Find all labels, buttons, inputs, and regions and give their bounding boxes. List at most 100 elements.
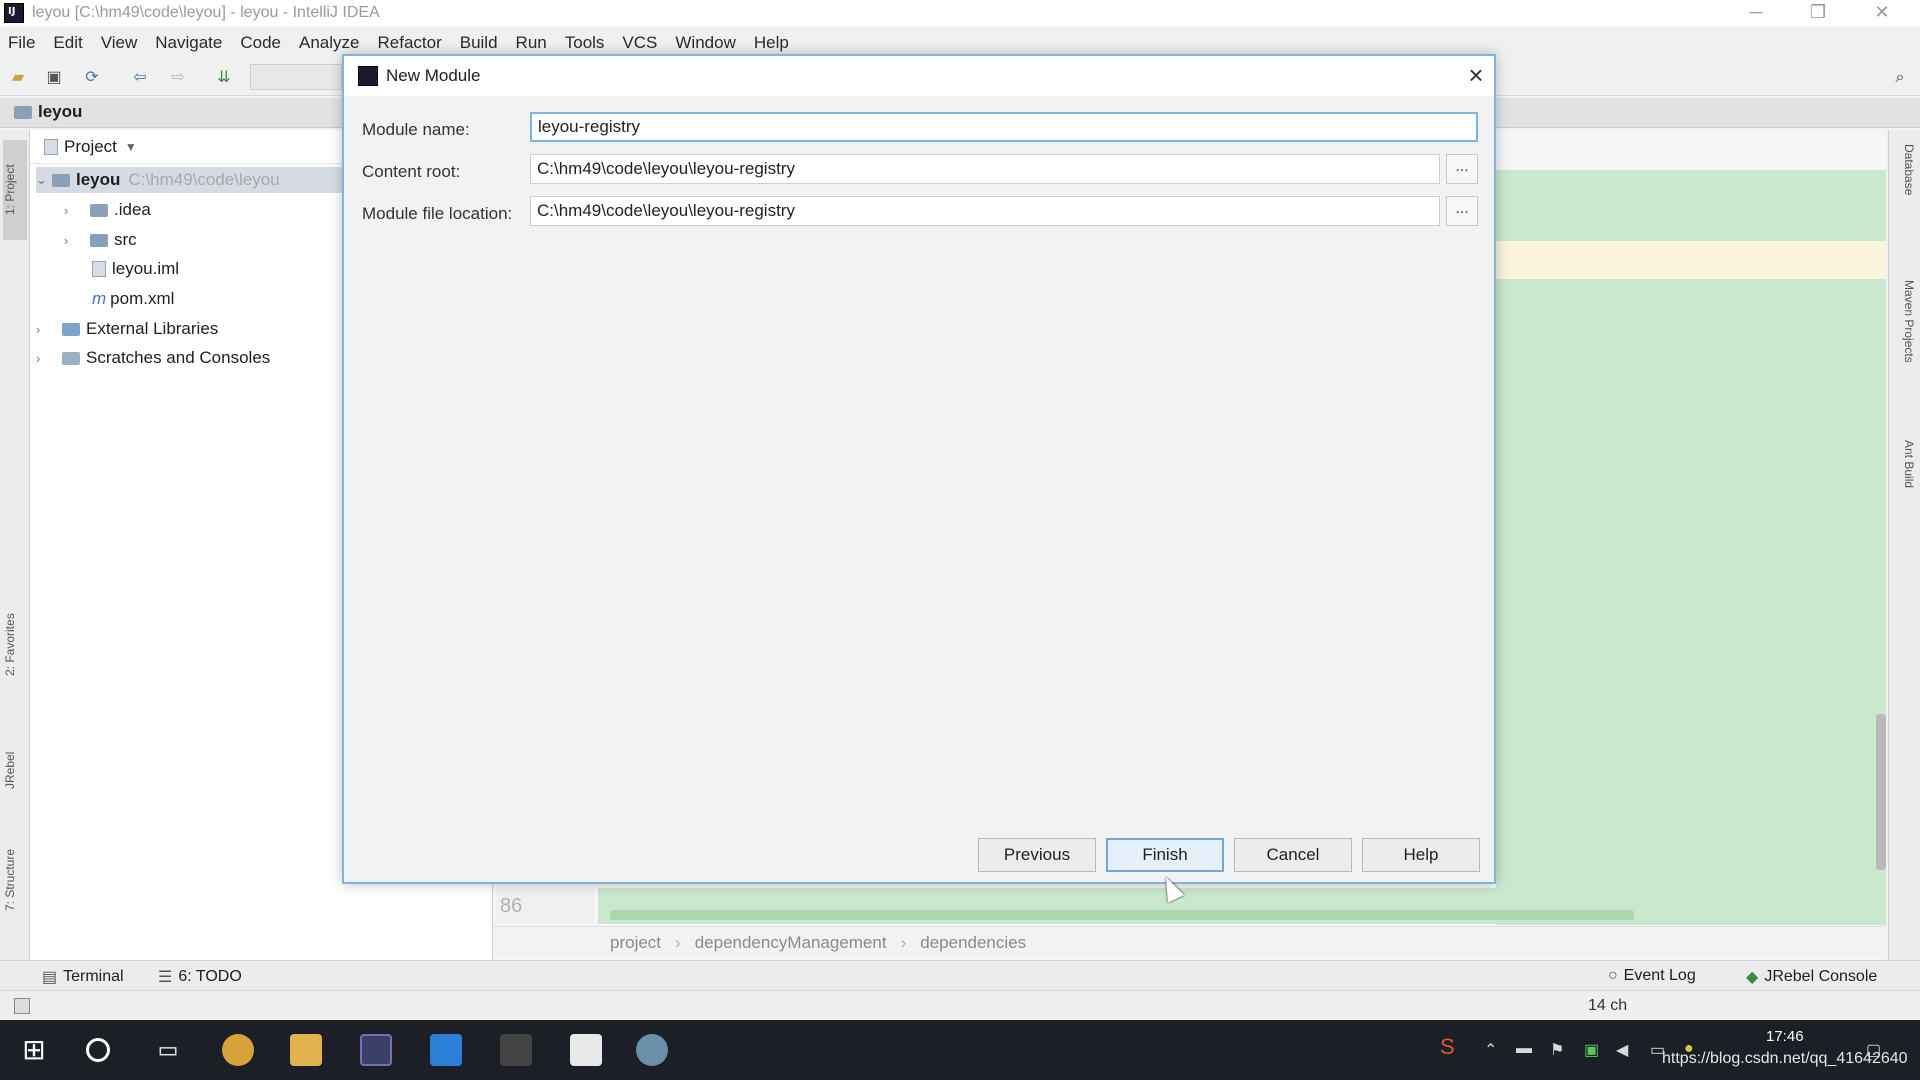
menu-edit[interactable]: Edit xyxy=(53,33,82,53)
windows-start-icon[interactable]: ⊞ xyxy=(18,1034,50,1066)
tab-project[interactable]: 1: Project xyxy=(3,140,27,240)
jrebel-console-label: JRebel Console xyxy=(1764,968,1878,985)
tab-structure[interactable]: 7: Structure xyxy=(3,830,27,930)
iml-file-icon xyxy=(92,261,106,277)
forward-icon[interactable]: ⇨ xyxy=(168,68,188,88)
menu-window[interactable]: Window xyxy=(675,33,735,53)
library-icon xyxy=(62,322,80,336)
content-root-browse-button[interactable]: ... xyxy=(1446,154,1478,184)
tree-item-scratches[interactable]: › Scratches and Consoles xyxy=(36,345,270,371)
store-icon[interactable] xyxy=(430,1034,462,1066)
dialog-title-bar: New Module xyxy=(344,56,1494,96)
menu-help[interactable]: Help xyxy=(754,33,789,53)
tree-label: src xyxy=(114,230,137,249)
chevron-up-icon[interactable]: ⌃ xyxy=(1484,1040,1497,1060)
volume-icon[interactable]: ◀ xyxy=(1616,1040,1628,1060)
chevron-right-icon[interactable]: › xyxy=(64,233,80,248)
menu-build[interactable]: Build xyxy=(460,33,498,53)
content-root-label: Content root: xyxy=(362,162,461,181)
menu-analyze[interactable]: Analyze xyxy=(299,33,359,53)
module-file-browse-button[interactable]: ... xyxy=(1446,196,1478,226)
menu-run[interactable]: Run xyxy=(516,33,547,53)
back-icon[interactable]: ⇦ xyxy=(130,68,150,88)
menu-view[interactable]: View xyxy=(101,33,138,53)
open-folder-icon[interactable]: ▰ xyxy=(8,68,28,88)
cancel-button[interactable]: Cancel xyxy=(1234,838,1352,872)
sogou-icon[interactable]: S xyxy=(1440,1034,1455,1060)
chevron-down-icon[interactable]: ⌄ xyxy=(36,172,52,188)
tree-item-idea[interactable]: › .idea xyxy=(64,197,151,223)
cortana-search-icon[interactable] xyxy=(86,1038,110,1062)
breadcrumb-dependencies[interactable]: dependencies xyxy=(920,933,1026,953)
left-tool-stripe: 1: Project 2: Favorites JRebel 7: Struct… xyxy=(0,130,30,960)
sync-icon[interactable]: ⟳ xyxy=(82,68,102,88)
editor-breadcrumb: project › dependencyManagement › depende… xyxy=(494,926,1886,958)
horizontal-scrollbar[interactable] xyxy=(610,910,1634,920)
module-name-input[interactable] xyxy=(530,112,1478,142)
line-number: 86 xyxy=(496,888,594,924)
tray-app-icon[interactable]: ▣ xyxy=(1584,1040,1599,1060)
restore-icon[interactable]: ❐ xyxy=(1788,0,1848,26)
clock[interactable]: 17:46 xyxy=(1766,1028,1804,1045)
tree-item-external-libraries[interactable]: › External Libraries xyxy=(36,316,218,342)
toggle-tool-windows-icon[interactable] xyxy=(14,998,30,1014)
tree-item-pom-xml[interactable]: m pom.xml xyxy=(92,286,174,312)
vertical-scrollbar[interactable] xyxy=(1876,714,1886,870)
project-view-icon xyxy=(44,138,58,155)
search-icon[interactable]: ⌕ xyxy=(1890,68,1910,88)
chevron-right-icon[interactable]: › xyxy=(64,203,80,218)
menu-navigate[interactable]: Navigate xyxy=(155,33,222,53)
folder-icon xyxy=(14,105,32,119)
finish-button[interactable]: Finish xyxy=(1106,838,1224,872)
task-view-icon[interactable]: ▭ xyxy=(152,1034,184,1066)
nav-project-crumb[interactable]: leyou xyxy=(14,102,82,122)
menu-refactor[interactable]: Refactor xyxy=(377,33,441,53)
todo-tab[interactable]: ☰ 6: TODO xyxy=(158,967,242,987)
menu-code[interactable]: Code xyxy=(240,33,281,53)
event-log-label: Event Log xyxy=(1623,967,1696,984)
close-icon[interactable]: × xyxy=(1462,60,1490,90)
chevron-right-icon: › xyxy=(675,932,681,952)
project-header-label: Project xyxy=(64,136,117,156)
run-config-dropdown[interactable] xyxy=(250,64,342,90)
app-icon[interactable] xyxy=(500,1034,532,1066)
file-explorer-icon[interactable] xyxy=(290,1034,322,1066)
content-root-input[interactable] xyxy=(530,154,1440,184)
tree-item-src[interactable]: › src xyxy=(64,227,137,253)
notepad-icon[interactable] xyxy=(570,1034,602,1066)
help-button[interactable]: Help xyxy=(1362,838,1480,872)
menu-vcs[interactable]: VCS xyxy=(622,33,657,53)
tab-maven-projects[interactable]: Maven Projects xyxy=(1894,280,1916,410)
breadcrumb-dependency-management[interactable]: dependencyManagement xyxy=(695,933,887,953)
breadcrumb-project[interactable]: project xyxy=(610,933,661,953)
close-window-icon[interactable]: ✕ xyxy=(1852,0,1912,26)
bottom-tool-bar: ▤ Terminal ☰ 6: TODO ○ Event Log ◆ JRebe… xyxy=(0,960,1920,990)
tab-ant-build[interactable]: Ant Build xyxy=(1894,440,1916,530)
tree-label: Scratches and Consoles xyxy=(86,348,271,367)
chevron-right-icon[interactable]: › xyxy=(36,351,52,366)
tree-label: .idea xyxy=(114,200,151,219)
network-icon[interactable]: ▬ xyxy=(1516,1040,1532,1058)
tree-item-leyou-iml[interactable]: leyou.iml xyxy=(92,256,179,282)
chevron-right-icon[interactable]: › xyxy=(36,322,52,337)
save-icon[interactable]: ▣ xyxy=(44,68,64,88)
app-icon[interactable] xyxy=(636,1034,668,1066)
tree-label: leyou.iml xyxy=(112,259,180,278)
menu-file[interactable]: File xyxy=(8,33,35,53)
intellij-task-icon[interactable] xyxy=(360,1034,392,1066)
previous-button[interactable]: Previous xyxy=(978,838,1096,872)
minimize-icon[interactable]: ─ xyxy=(1726,0,1786,26)
chrome-icon[interactable] xyxy=(222,1034,254,1066)
new-module-dialog: New Module × Module name: Content root: … xyxy=(342,54,1496,884)
tab-favorites[interactable]: 2: Favorites xyxy=(3,590,27,700)
tab-jrebel[interactable]: JRebel xyxy=(3,730,27,810)
jrebel-console-tab[interactable]: ◆ JRebel Console xyxy=(1746,967,1877,987)
tab-database[interactable]: Database xyxy=(1894,144,1916,234)
build-icon[interactable]: ⇊ xyxy=(214,68,234,88)
module-file-location-input[interactable] xyxy=(530,196,1440,226)
terminal-tab[interactable]: ▤ Terminal xyxy=(42,967,124,987)
menu-tools[interactable]: Tools xyxy=(565,33,605,53)
flag-icon[interactable]: ⚑ xyxy=(1550,1040,1564,1060)
event-log-tab[interactable]: ○ Event Log xyxy=(1608,967,1696,985)
module-file-location-label: Module file location: xyxy=(362,204,513,223)
